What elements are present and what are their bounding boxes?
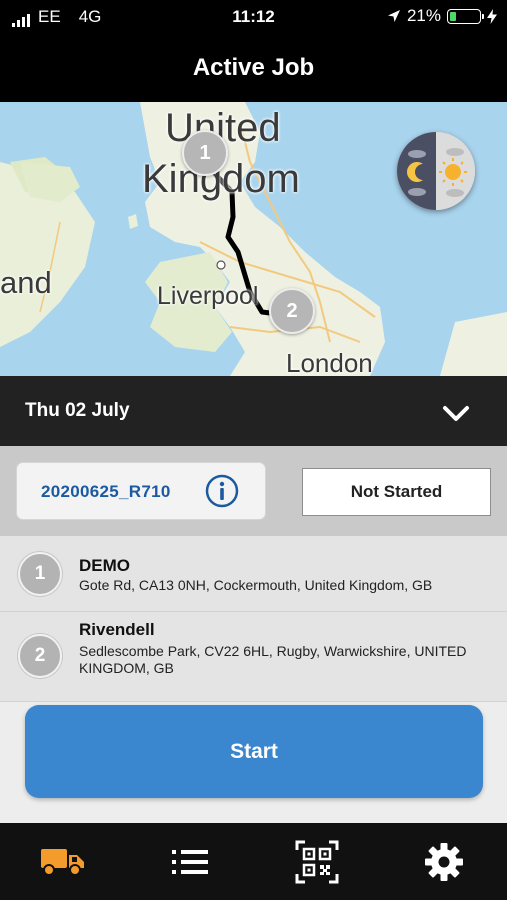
- route-map[interactable]: United Kingdom and Liverpool London 1 2: [0, 102, 507, 376]
- tab-list[interactable]: [127, 823, 253, 900]
- map-label-and: and: [0, 265, 52, 300]
- map-pin-2[interactable]: 2: [269, 288, 315, 334]
- battery-icon: [447, 8, 484, 24]
- stop-number-badge: 1: [18, 552, 62, 596]
- battery-fill: [450, 11, 456, 21]
- charging-bolt-icon: [487, 8, 497, 24]
- job-status-button[interactable]: Not Started: [302, 468, 491, 516]
- job-summary: 20200625_R710 Not Started: [0, 446, 507, 536]
- tab-scan[interactable]: [254, 823, 380, 900]
- day-night-toggle[interactable]: [397, 132, 475, 210]
- battery-percent: 21%: [406, 6, 441, 25]
- qr-code-icon: [295, 840, 339, 883]
- status-right: 21%: [387, 6, 497, 26]
- job-id-card[interactable]: 20200625_R710: [16, 462, 266, 520]
- stop-list: 1 DEMO Gote Rd, CA13 0NH, Cockermouth, U…: [0, 536, 507, 702]
- day-night-icon: [397, 132, 475, 210]
- gear-icon: [425, 842, 463, 881]
- list-icon: [172, 849, 208, 874]
- status-bar: EE 4G 11:12 21%: [0, 0, 507, 34]
- info-icon[interactable]: [205, 474, 239, 508]
- map-label-liverpool: Liverpool: [157, 282, 259, 310]
- job-id: 20200625_R710: [41, 482, 171, 501]
- page-title: Active Job: [0, 34, 507, 102]
- date-selector[interactable]: Thu 02 July: [0, 376, 507, 446]
- stop-address: Sedlescombe Park, CV22 6HL, Rugby, Warwi…: [79, 643, 467, 676]
- tab-settings[interactable]: [381, 823, 507, 900]
- tab-bar: [0, 823, 507, 900]
- map-label-london: London: [286, 348, 373, 376]
- stop-name: Rivendell: [79, 620, 155, 639]
- truck-icon: [41, 848, 84, 876]
- stop-name: DEMO: [79, 556, 130, 575]
- tab-jobs[interactable]: [0, 823, 126, 900]
- stop-item-2[interactable]: 2 Rivendell Sedlescombe Park, CV22 6HL, …: [0, 612, 507, 702]
- stop-item-1[interactable]: 1 DEMO Gote Rd, CA13 0NH, Cockermouth, U…: [0, 536, 507, 612]
- stop-number-badge: 2: [18, 634, 62, 678]
- stop-address: Gote Rd, CA13 0NH, Cockermouth, United K…: [79, 577, 433, 593]
- selected-date: Thu 02 July: [25, 400, 130, 421]
- start-button[interactable]: Start: [25, 705, 483, 798]
- location-arrow-icon: [387, 10, 400, 22]
- chevron-down-icon[interactable]: [441, 398, 471, 428]
- map-pin-1[interactable]: 1: [182, 130, 228, 176]
